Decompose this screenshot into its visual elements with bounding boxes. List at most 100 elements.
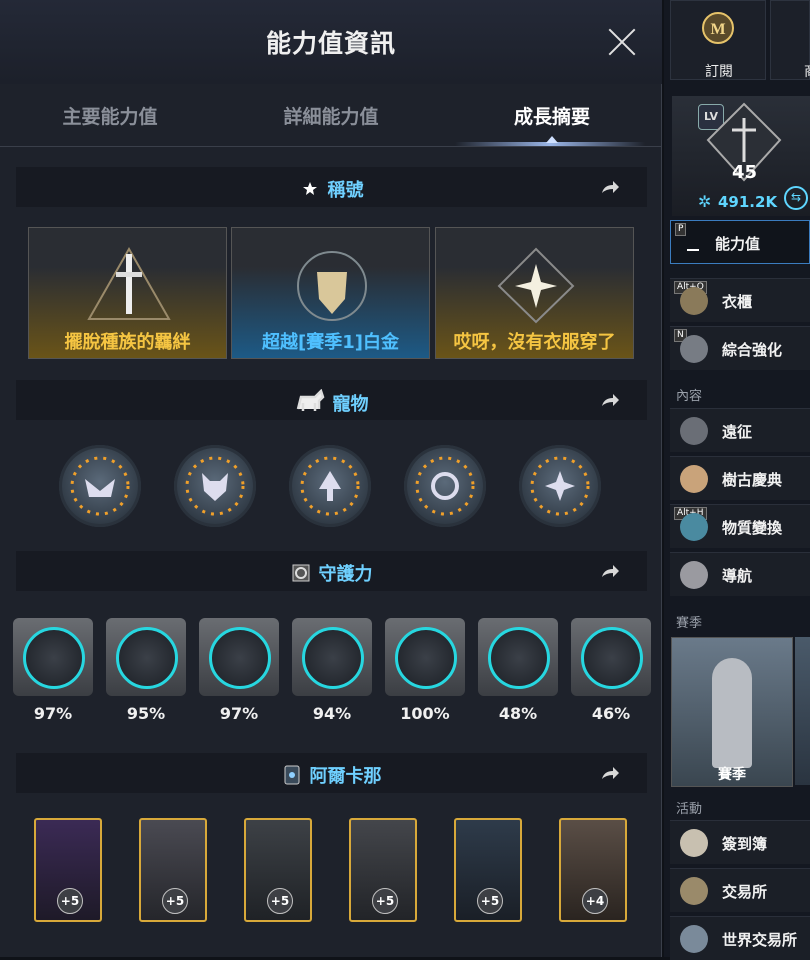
title-card-3-label: 哎呀，沒有衣服穿了 [453,332,616,353]
title-card-3[interactable]: 哎呀，沒有衣服穿了 [435,227,634,359]
power-star-icon: ✲ [698,192,712,211]
title-card-1[interactable]: 擺脫種族的羈絆 [28,227,227,359]
swap-icon[interactable]: ⇆ [784,186,808,210]
arcana-card-grail[interactable]: +5 [34,818,102,922]
titles-share-arrow-icon[interactable] [599,177,621,197]
sidebar-item-transmute[interactable]: Alt+H 物質變換 [670,504,810,548]
mask-pet-icon [70,456,130,516]
sidebar-item-label: 導航 [722,567,753,585]
arcana-section-header: 阿爾卡那 [16,753,647,793]
guardian-share-arrow-icon[interactable] [599,561,621,581]
pets-section-header: 寵物 [16,380,647,420]
guardian-moon-icon [488,627,550,689]
title-card-2[interactable]: 超越[賽季1]白金 [231,227,430,359]
pets-share-arrow-icon[interactable] [599,390,621,410]
scales-icon [680,877,708,905]
guardian-bird-icon [209,627,271,689]
arcana-card-icon [284,765,299,785]
sidebar-item-label: 世界交易所 [722,931,798,949]
character-level-panel[interactable]: LV 45 491.2K ✲ ⇆ [672,96,810,216]
sidebar-item-label: 簽到簿 [722,835,768,853]
pet-slot-5[interactable] [519,445,601,527]
arcana-card-bell[interactable]: +5 [349,818,417,922]
tab-detailed-stats[interactable]: 詳細能力值 [231,102,431,129]
tab-main-stats[interactable]: 主要能力值 [10,102,210,129]
sidebar-item-festival[interactable]: 樹古慶典 [670,456,810,500]
ability-info-panel: 能力值資訊 主要能力值 詳細能力值 成長摘要 稱號 擺脫種族的羈絆 超越[賽季1… [0,0,662,957]
flower-pet-icon [530,456,590,516]
guardian-slot-4[interactable] [292,618,372,696]
sparkle-diamond-icon [497,247,575,324]
guardian-star-icon [302,627,364,689]
guardian-slot-5[interactable] [385,618,465,696]
sidebar-item-label: 樹古慶典 [722,471,783,489]
arcana-section-label: 阿爾卡那 [309,766,382,787]
spiral-pet-icon [415,456,475,516]
scroll-icon [680,829,708,857]
guardian-slot-3[interactable] [199,618,279,696]
pets-section-label: 寵物 [332,394,369,415]
subscribe-label: 訂閱 [705,64,733,80]
sidebar-item-expedition[interactable]: 遠征 [670,408,810,452]
guardian-percent: 94% [312,704,352,723]
guardian-section-header: 守護力 [16,551,647,591]
compass-icon [680,561,708,589]
title-card-2-label: 超越[賽季1]白金 [262,332,399,353]
sidebar-item-exchange[interactable]: 交易所 [670,868,810,912]
guardian-percent: 97% [219,704,259,723]
tree-pet-icon [300,456,360,516]
sidebar-item-navigation[interactable]: 導航 [670,552,810,596]
season-banner-label: 賽季 [718,767,746,783]
sidebar-item-label: 交易所 [722,883,768,901]
season-header: 賽季 [676,616,703,631]
tab-growth-summary[interactable]: 成長摘要 [452,102,652,129]
arcana-card-gate[interactable]: +4 [559,818,627,922]
arcana-card-level: +5 [477,888,503,914]
guardian-slot-6[interactable] [478,618,558,696]
horse-icon [296,389,324,411]
stats-hotkey: P [675,223,687,236]
guardian-slot-7[interactable] [571,618,651,696]
guardian-percent: 97% [33,704,73,723]
sidebar-item-world-exchange[interactable]: 世界交易所 [670,916,810,960]
subscribe-button[interactable]: H M 訂閱 [670,0,786,80]
guardian-wings-icon [116,627,178,689]
guardian-slot-2[interactable] [106,618,186,696]
guardian-slot-1[interactable] [13,618,93,696]
shop-button[interactable]: 商 [770,0,810,80]
season-banner-2[interactable] [795,637,810,785]
arcana-card-mirror[interactable]: +5 [454,818,522,922]
arcana-card-level: +5 [57,888,83,914]
sidebar-item-enhance[interactable]: N 綜合強化 [670,326,810,370]
sidebar-item-label: 衣櫃 [722,293,753,311]
arcana-card-level: +4 [582,888,608,914]
pet-slot-4[interactable] [404,445,486,527]
season-banner[interactable]: 賽季 [671,637,793,787]
arcana-card-compass[interactable]: +5 [244,818,312,922]
arcana-share-arrow-icon[interactable] [599,763,621,783]
sidebar-item-label: 遠征 [722,423,753,441]
sidebar-item-stats[interactable]: P 能力值 [670,220,810,264]
guardian-scales-icon [581,627,643,689]
bar-chart-icon [687,237,699,251]
close-button[interactable] [606,26,638,58]
pet-slot-1[interactable] [59,445,141,527]
sidebar-item-wardrobe[interactable]: Alt+O 衣櫃 [670,278,810,322]
sidebar-item-attendance[interactable]: 簽到簿 [670,820,810,864]
guardian-compass-icon [395,627,457,689]
arcana-card-scroll[interactable]: +5 [139,818,207,922]
active-tab-caret [546,136,558,143]
pet-slot-3[interactable] [289,445,371,527]
wolf-pet-icon [185,456,245,516]
membership-m-icon: M [702,12,734,44]
sidebar-item-label: 綜合強化 [722,341,783,359]
pet-slot-2[interactable] [174,445,256,527]
combat-power: 491.2K [718,193,778,211]
tab-bar: 主要能力值 詳細能力值 成長摘要 [0,84,662,147]
guardian-emblem-icon [292,564,309,582]
wardrobe-icon [680,287,708,315]
sidebar-item-label: 物質變換 [722,519,783,537]
arcana-card-level: +5 [162,888,188,914]
shield-crest-icon [297,251,367,321]
guardian-percent: 95% [126,704,166,723]
